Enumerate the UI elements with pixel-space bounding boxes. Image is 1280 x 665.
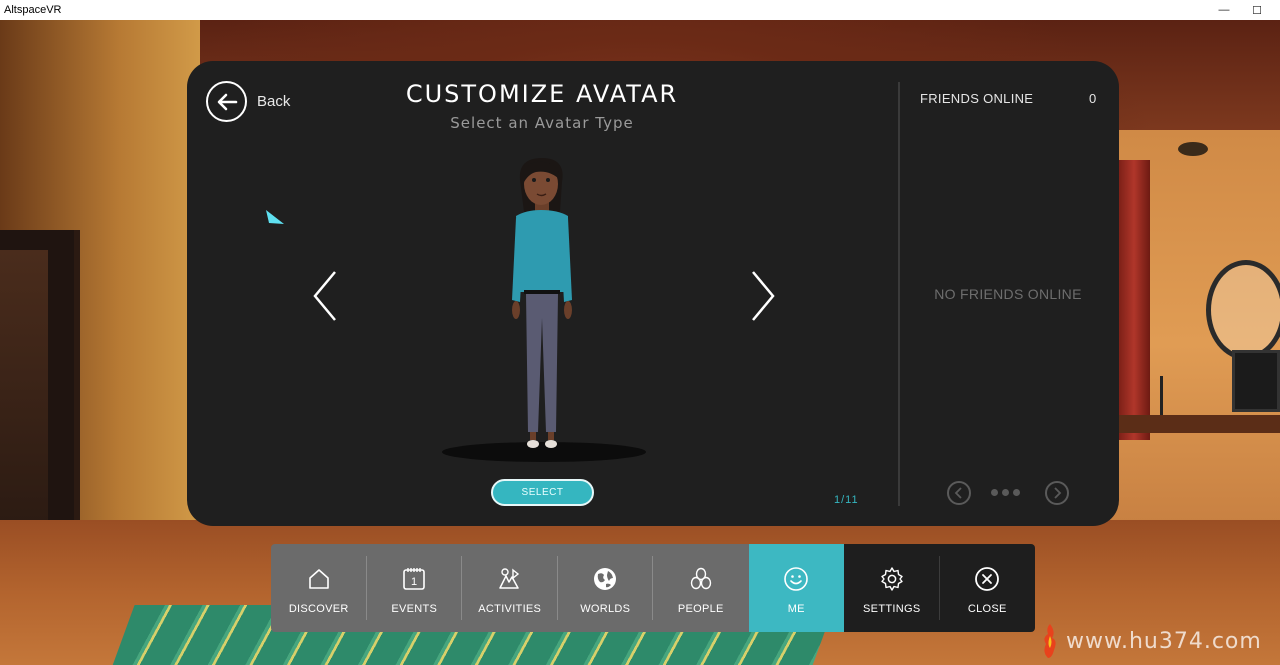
nav-people[interactable]: PEOPLE: [653, 544, 749, 632]
people-icon: [688, 566, 714, 592]
previous-avatar-button[interactable]: [312, 270, 338, 327]
nav-discover[interactable]: DISCOVER: [271, 544, 367, 632]
home-icon: [306, 566, 332, 592]
select-avatar-button[interactable]: SELECT: [491, 479, 594, 506]
avatar-page-counter: 1/11: [834, 494, 859, 506]
watermark: www.hu374.com: [1040, 622, 1262, 660]
events-badge: 1: [411, 576, 417, 588]
desk-shelf: [1118, 415, 1280, 433]
curtain: [1118, 160, 1150, 440]
watermark-text: www.hu374.com: [1066, 628, 1262, 654]
nav-worlds[interactable]: WORLDS: [557, 544, 653, 632]
nav-label: SETTINGS: [863, 603, 921, 615]
next-avatar-button[interactable]: [750, 270, 776, 327]
desk-monitor: [1232, 350, 1280, 412]
back-button[interactable]: Back: [206, 81, 290, 122]
back-arrow-icon: [206, 81, 247, 122]
chevron-right-icon: [1054, 487, 1062, 499]
page-dot: [1002, 489, 1009, 496]
nav-settings[interactable]: SETTINGS: [844, 544, 940, 632]
smiley-icon: [783, 566, 809, 592]
gear-icon: [879, 566, 905, 592]
friends-next-page-button[interactable]: [1045, 481, 1069, 505]
nav-label: CLOSE: [967, 603, 1007, 615]
friends-online-title: FRIENDS ONLINE: [920, 91, 1034, 106]
page-subtitle: Select an Avatar Type: [450, 114, 634, 132]
nav-label: WORLDS: [580, 603, 631, 615]
nav-activities[interactable]: ACTIVITIES: [462, 544, 558, 632]
friends-online-count: 0: [1089, 91, 1097, 106]
avatar-preview: [440, 150, 646, 470]
nav-label: ME: [787, 603, 805, 615]
nav-events[interactable]: 1 EVENTS: [366, 544, 462, 632]
nav-label: PEOPLE: [677, 603, 724, 615]
window-titlebar: AltspaceVR — ☐: [0, 0, 1280, 20]
nav-label: ACTIVITIES: [478, 603, 542, 615]
chevron-left-icon: [954, 487, 962, 499]
globe-icon: [592, 566, 618, 592]
no-friends-message: NO FRIENDS ONLINE: [934, 286, 1082, 302]
chevron-left-icon: [313, 271, 336, 321]
flame-logo-icon: [1044, 624, 1056, 658]
nav-me[interactable]: ME: [748, 544, 844, 632]
back-label: Back: [257, 93, 291, 110]
wall-fan: [1206, 260, 1280, 360]
main-nav-bar: DISCOVER 1 EVENTS ACTIVITIES WORLDS PEOP…: [271, 544, 1035, 632]
pointer-cursor-icon: [264, 208, 286, 231]
maximize-button[interactable]: ☐: [1240, 0, 1274, 20]
ceiling-lamp: [1178, 142, 1208, 156]
page-dot: [991, 489, 998, 496]
page-dot: [1013, 489, 1020, 496]
desk-lamp: [1160, 376, 1194, 416]
window-title: AltspaceVR: [4, 4, 62, 16]
nav-close[interactable]: CLOSE: [939, 544, 1035, 632]
nav-label: EVENTS: [391, 603, 438, 615]
friends-prev-page-button[interactable]: [947, 481, 971, 505]
panel-divider: [898, 82, 900, 506]
picture-frame-canvas: [0, 250, 48, 540]
chevron-right-icon: [752, 271, 775, 321]
close-circle-icon: [974, 566, 1000, 592]
calendar-icon: 1: [401, 566, 427, 592]
activities-icon: [497, 566, 523, 592]
friends-page-dots: [991, 489, 1020, 496]
page-title: CUSTOMIZE AVATAR: [405, 80, 679, 108]
minimize-button[interactable]: —: [1207, 0, 1241, 20]
nav-label: DISCOVER: [288, 603, 349, 615]
